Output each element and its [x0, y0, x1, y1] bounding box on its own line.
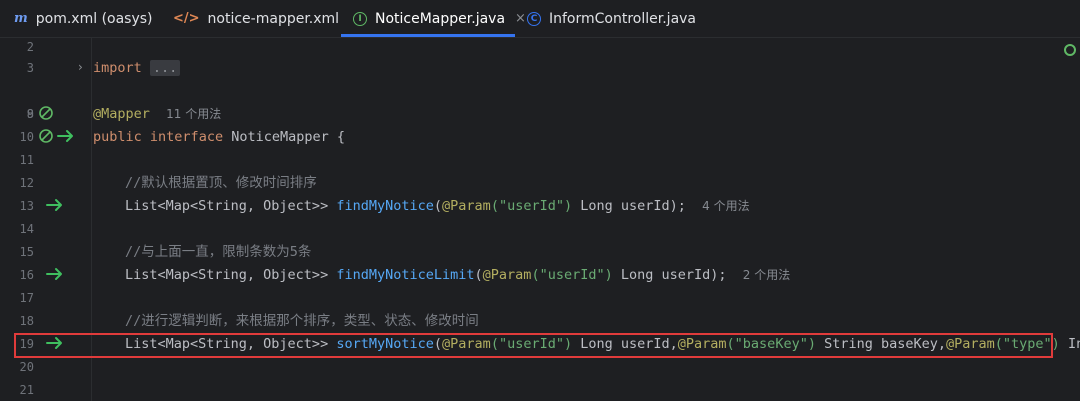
code-line: //默认根据置顶、修改时间排序 — [125, 174, 317, 192]
line-number: 14 — [19, 222, 34, 236]
active-tab-indicator — [341, 34, 515, 37]
code-line: @Mapper 11 个用法 — [93, 105, 221, 123]
keyword: public — [93, 129, 142, 145]
tab-pom-xml[interactable]: m pom.xml (oasys) — [14, 0, 153, 37]
annotation: @Param — [482, 267, 532, 283]
paren: ( — [474, 267, 483, 283]
code-line: public interface NoticeMapper { — [93, 128, 345, 146]
class-icon: C — [527, 11, 541, 26]
string-literal: ("userId") — [531, 267, 613, 283]
keyword: interface — [149, 129, 224, 145]
xml-file-icon: </> — [173, 11, 200, 26]
tab-label: InformController.java — [549, 10, 697, 27]
line-number: 20 — [19, 360, 34, 374]
code-line: List<Map<String, Object>> findMyNoticeLi… — [125, 266, 790, 284]
line-number: 11 — [19, 153, 34, 167]
return-type: List<Map<String, Object>> — [125, 198, 329, 214]
brace: { — [336, 129, 346, 145]
param-rest: Long userId); — [612, 267, 727, 283]
editor-tab-bar: m pom.xml (oasys) </> notice-mapper.xml … — [0, 0, 1080, 38]
method-name: findMyNoticeLimit — [336, 267, 475, 283]
comment: //与上面一直，限制条数为5条 — [125, 244, 312, 260]
navigate-to-xml-arrow-icon[interactable] — [46, 198, 64, 212]
annotation: @Param — [442, 198, 491, 214]
comment: //默认根据置顶、修改时间排序 — [125, 175, 317, 191]
code-line: List<Map<String, Object>> findMyNotice(@… — [125, 197, 750, 215]
navigate-to-xml-arrow-icon[interactable] — [46, 267, 64, 281]
line-number: 3 — [26, 61, 34, 75]
interface-icon: I — [353, 11, 367, 26]
line-number: 2 — [26, 40, 34, 54]
tab-label: NoticeMapper.java — [375, 10, 506, 27]
line-number: 15 — [19, 245, 34, 259]
tab-notice-mapper-xml[interactable]: </> notice-mapper.xml — [173, 0, 339, 37]
usages-hint[interactable]: 11 个用法 — [166, 107, 221, 121]
string-literal: ("userId") — [490, 198, 573, 214]
close-icon[interactable]: × — [515, 11, 526, 26]
paren: ( — [433, 198, 443, 214]
tab-inform-controller-java[interactable]: C InformController.java — [527, 0, 696, 37]
param-rest: Int — [1067, 336, 1080, 352]
line-number: 17 — [19, 291, 34, 305]
line-number: 18 — [19, 314, 34, 328]
maven-icon: m — [14, 11, 28, 26]
mybatis-mapper-icon[interactable] — [38, 105, 54, 121]
code-line: //与上面一直，限制条数为5条 — [125, 243, 311, 261]
interface-name: NoticeMapper — [231, 129, 329, 145]
line-number: 10 — [19, 130, 34, 144]
method-name: findMyNotice — [336, 198, 434, 214]
usages-hint[interactable]: 4 个用法 — [702, 199, 749, 213]
return-type: List<Map<String, Object>> — [125, 267, 329, 283]
line-number: 9 — [26, 107, 34, 121]
folded-imports[interactable]: ... — [149, 60, 181, 76]
param-rest: Long userId); — [572, 198, 686, 214]
red-highlight-box — [14, 333, 1053, 358]
tab-notice-mapper-java[interactable]: I NoticeMapper.java × — [353, 0, 526, 37]
code-line: import ... — [93, 59, 181, 77]
tab-label: pom.xml (oasys) — [35, 10, 153, 27]
line-number: 13 — [19, 199, 34, 213]
annotation: @Mapper — [93, 106, 150, 122]
keyword: import — [93, 60, 142, 76]
line-number: 21 — [19, 383, 34, 397]
inspection-ok-icon[interactable] — [1064, 44, 1076, 56]
mybatis-mapper-icon[interactable] — [38, 128, 54, 144]
line-number: 16 — [19, 268, 34, 282]
comment: //进行逻辑判断，来根据那个排序，类型、状态、修改时间 — [125, 313, 479, 329]
line-number: 12 — [19, 176, 34, 190]
code-line: //进行逻辑判断，来根据那个排序，类型、状态、修改时间 — [125, 312, 479, 330]
usages-hint[interactable]: 2 个用法 — [743, 268, 790, 282]
chevron-right-icon[interactable]: › — [78, 60, 83, 74]
tab-label: notice-mapper.xml — [207, 10, 340, 27]
navigate-to-xml-arrow-icon[interactable] — [57, 129, 75, 143]
